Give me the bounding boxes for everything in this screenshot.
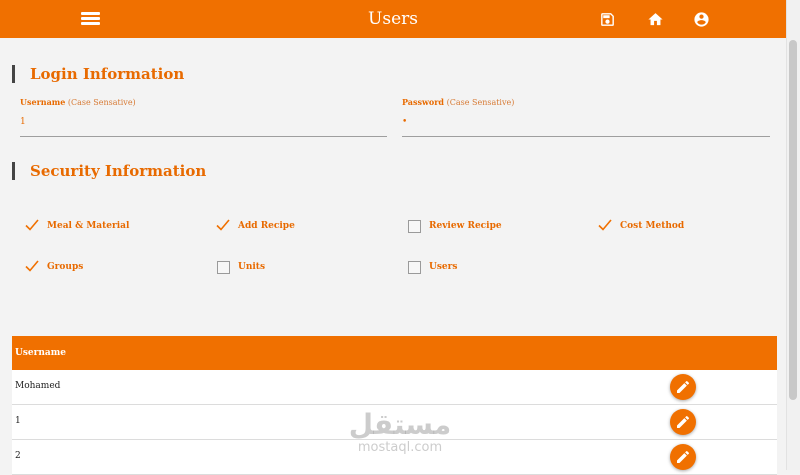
watermark-arabic-text: مستقل bbox=[348, 408, 452, 441]
mostaql-watermark: مستقل mostaql.com bbox=[340, 408, 460, 456]
checkmark-icon bbox=[216, 219, 230, 231]
edit-user-button[interactable] bbox=[670, 444, 696, 470]
password-underline bbox=[402, 136, 770, 137]
password-label: Password (Case Sensative) bbox=[402, 97, 514, 107]
username-cell: 2 bbox=[15, 451, 21, 461]
username-label: Username (Case Sensative) bbox=[20, 97, 136, 107]
checkbox-empty-icon bbox=[217, 261, 230, 274]
username-underline bbox=[20, 136, 387, 137]
permission-label: Users bbox=[429, 262, 458, 272]
table-row: Mohamed bbox=[12, 370, 777, 405]
scrollbar-thumb[interactable] bbox=[789, 40, 797, 400]
save-icon[interactable] bbox=[599, 11, 616, 28]
username-label-text: Username bbox=[20, 97, 66, 107]
page-title: Users bbox=[368, 9, 418, 29]
username-column-header: Username bbox=[15, 348, 67, 358]
top-app-bar: Users bbox=[0, 0, 786, 38]
security-information-heading: Security Information bbox=[12, 162, 206, 180]
checkmark-icon bbox=[598, 219, 612, 231]
account-icon[interactable] bbox=[693, 11, 710, 28]
pencil-icon bbox=[677, 450, 690, 463]
permission-label: Add Recipe bbox=[238, 221, 295, 231]
password-input[interactable]: • bbox=[402, 117, 407, 127]
home-icon[interactable] bbox=[647, 11, 664, 28]
checkbox-empty-icon bbox=[408, 220, 421, 233]
users-table-header: Username bbox=[12, 336, 777, 370]
permission-label: Units bbox=[238, 262, 266, 272]
password-label-hint: (Case Sensative) bbox=[446, 98, 515, 107]
username-cell: 1 bbox=[15, 416, 21, 426]
pencil-icon bbox=[677, 415, 690, 428]
checkbox-empty-icon bbox=[408, 261, 421, 274]
permission-label: Cost Method bbox=[620, 221, 685, 231]
checkmark-icon bbox=[25, 219, 39, 231]
username-label-hint: (Case Sensative) bbox=[67, 98, 136, 107]
username-input[interactable]: 1 bbox=[20, 117, 26, 127]
username-cell: Mohamed bbox=[15, 381, 61, 391]
pencil-icon bbox=[677, 380, 690, 393]
password-label-text: Password bbox=[402, 97, 445, 107]
watermark-latin-text: mostaql.com bbox=[357, 440, 443, 455]
edit-user-button[interactable] bbox=[670, 409, 696, 435]
permission-label: Review Recipe bbox=[429, 221, 502, 231]
login-information-heading: Login Information bbox=[12, 65, 184, 83]
edit-user-button[interactable] bbox=[670, 374, 696, 400]
permission-label: Groups bbox=[47, 262, 84, 272]
permission-label: Meal & Material bbox=[47, 221, 130, 231]
checkmark-icon bbox=[25, 260, 39, 272]
